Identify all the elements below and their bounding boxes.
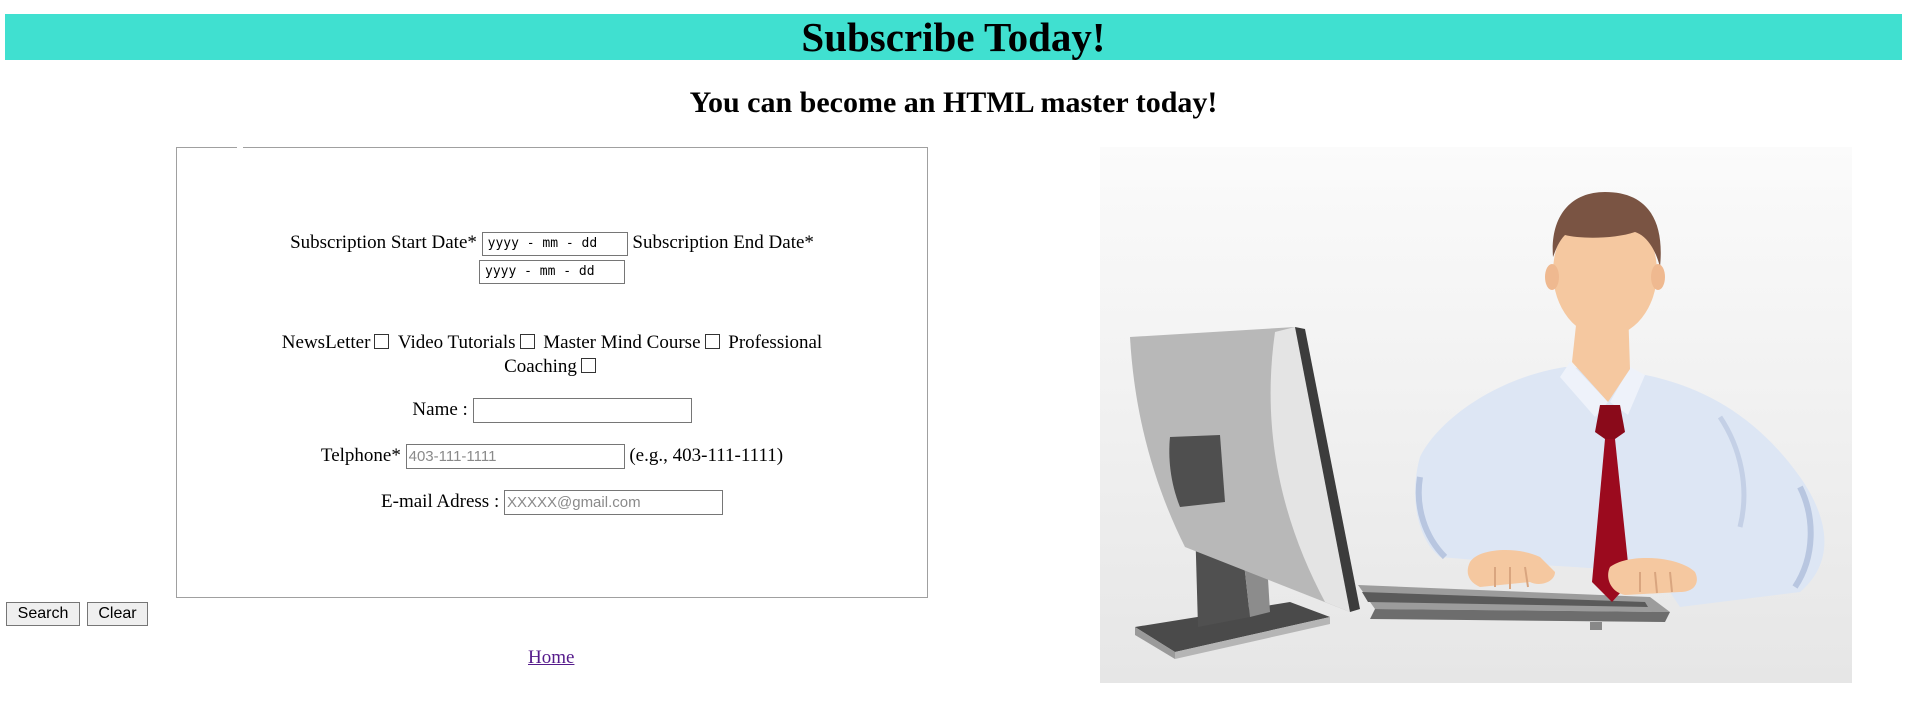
person-at-computer-illustration bbox=[1100, 147, 1852, 683]
telephone-row: Telphone* 403-111-1111 (e.g., 403-111-11… bbox=[176, 444, 928, 470]
newsletter-label: NewsLetter bbox=[281, 332, 371, 353]
professional-coaching-label-part1: Professional bbox=[728, 332, 823, 353]
name-label: Name : bbox=[412, 399, 468, 420]
start-date-label: Subscription Start Date* bbox=[290, 232, 477, 253]
clear-button[interactable]: Clear bbox=[87, 602, 148, 626]
telephone-label: Telphone* bbox=[320, 445, 401, 466]
email-label: E-mail Adress : bbox=[381, 491, 500, 512]
name-row: Name : bbox=[176, 398, 928, 424]
end-date-label: Subscription End Date* bbox=[632, 232, 814, 253]
video-tutorials-checkbox[interactable] bbox=[519, 334, 535, 349]
email-row: E-mail Adress : XXXXX@gmail.com bbox=[176, 490, 928, 516]
page-banner: Subscribe Today! bbox=[5, 14, 1902, 60]
home-link[interactable]: Home bbox=[528, 647, 574, 669]
newsletter-checkbox[interactable] bbox=[374, 334, 390, 349]
name-input[interactable] bbox=[472, 398, 692, 424]
professional-coaching-checkbox[interactable] bbox=[580, 358, 596, 373]
end-date-input[interactable]: yyyy - mm - dd bbox=[479, 259, 625, 284]
fieldset-legend bbox=[237, 145, 243, 149]
professional-coaching-label-part2: Coaching bbox=[504, 356, 577, 377]
start-date-input[interactable]: yyyy - mm - dd bbox=[481, 231, 628, 256]
video-tutorials-label: Video Tutorials bbox=[397, 332, 516, 353]
telephone-hint: (e.g., 403-111-1111) bbox=[629, 445, 784, 466]
options-row-2: Coaching bbox=[176, 355, 928, 379]
options-row: NewsLetter Video Tutorials Master Mind C… bbox=[176, 331, 928, 355]
page-subtitle: You can become an HTML master today! bbox=[689, 86, 1218, 119]
master-mind-label: Master Mind Course bbox=[543, 332, 701, 353]
master-mind-checkbox[interactable] bbox=[704, 334, 720, 349]
end-date-row: yyyy - mm - dd bbox=[176, 259, 928, 284]
page-title: Subscribe Today! bbox=[801, 14, 1106, 60]
telephone-input[interactable]: 403-111-1111 bbox=[405, 444, 625, 470]
search-button[interactable]: Search bbox=[6, 602, 80, 626]
email-input[interactable]: XXXXX@gmail.com bbox=[503, 490, 723, 516]
date-row: Subscription Start Date* yyyy - mm - dd … bbox=[176, 231, 928, 256]
